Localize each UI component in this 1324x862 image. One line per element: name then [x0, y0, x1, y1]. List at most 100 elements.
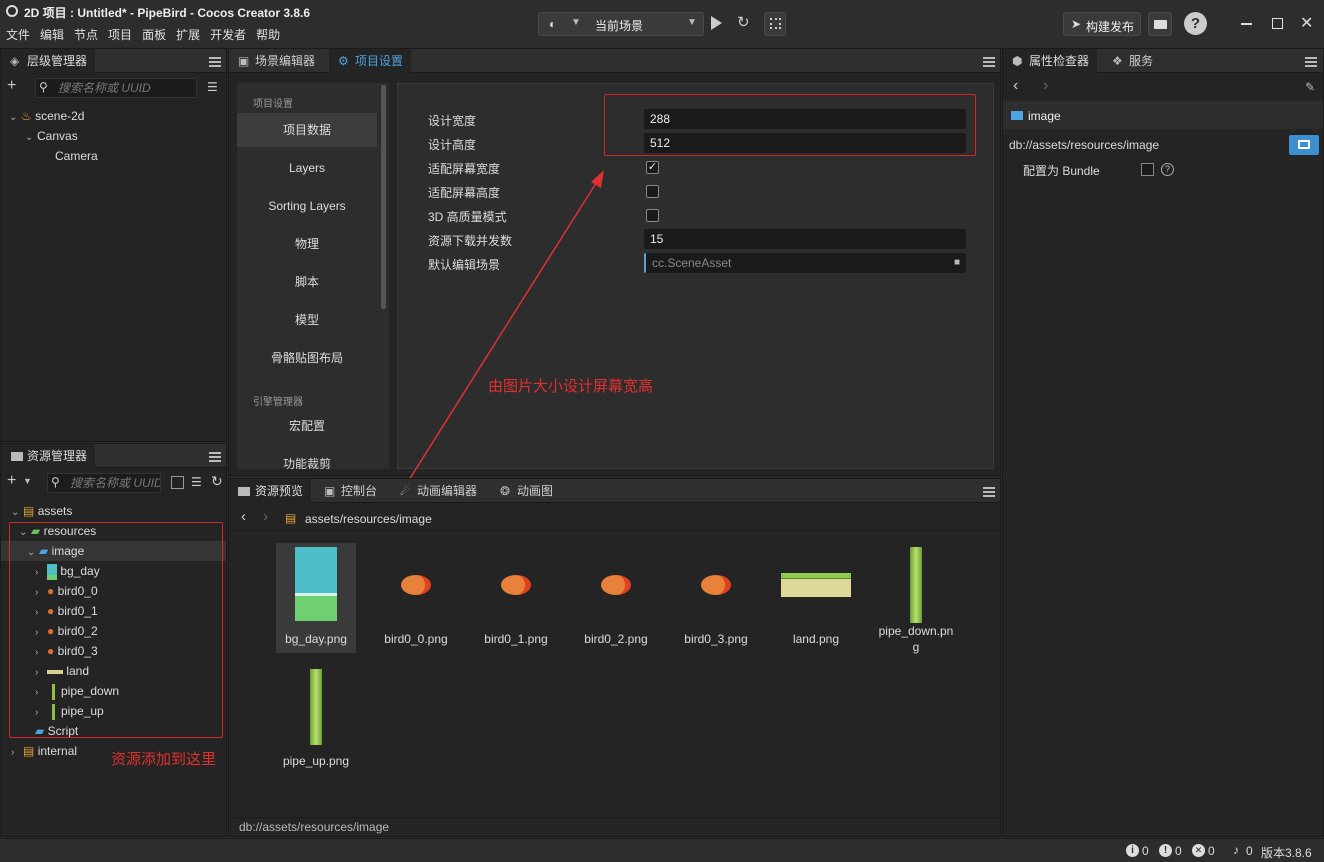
assets-search-input[interactable]: 搜索名称或 UUID [47, 473, 161, 493]
tab-asset-preview[interactable]: 资源预览 [229, 479, 312, 503]
menu-node[interactable]: 节点 [74, 28, 98, 42]
chevron-left-icon[interactable]: ‹ [241, 508, 246, 525]
breadcrumb: assets/resources/image [305, 512, 432, 526]
sidebar-item-project-data[interactable]: 项目数据 [237, 113, 377, 147]
sidebar-item-script[interactable]: 脚本 [237, 265, 377, 299]
tab-services[interactable]: ❖ 服务 [1103, 49, 1161, 73]
tree-item-assets[interactable]: ⌄ ▤ assets [11, 501, 72, 521]
warning-icon[interactable]: ! [1159, 844, 1172, 857]
asset-bird0-1[interactable]: bird0_1.png [476, 543, 556, 653]
menu-developer[interactable]: 开发者 [210, 28, 246, 42]
add-node-icon[interactable]: + [7, 77, 16, 95]
breadcrumb-assets[interactable]: assets [305, 512, 340, 526]
close-icon[interactable]: ✕ [1300, 13, 1313, 33]
sidebar-item-macro[interactable]: 宏配置 [237, 409, 377, 443]
tab-console[interactable]: ▣ 控制台 [315, 479, 385, 503]
asset-bird0-2[interactable]: bird0_2.png [576, 543, 656, 653]
error-icon[interactable]: ✕ [1192, 844, 1205, 857]
tab-hierarchy[interactable]: ◈ 层级管理器 [1, 49, 96, 73]
open-folder-button[interactable] [1148, 12, 1172, 36]
asset-bird0-0[interactable]: bird0_0.png [376, 543, 456, 653]
chevron-left-icon[interactable]: ‹ [1013, 77, 1018, 95]
chevron-right-icon[interactable]: › [1043, 77, 1048, 95]
tree-item-internal[interactable]: › ▤ internal [11, 741, 77, 761]
bell-icon[interactable]: ♪ [1233, 843, 1239, 857]
tree-node-camera[interactable]: Camera [55, 146, 98, 166]
refresh-icon[interactable]: ↻ [211, 473, 223, 490]
add-asset-icon[interactable]: + [7, 472, 16, 490]
breadcrumb-image[interactable]: image [399, 512, 432, 526]
panel-menu-icon[interactable] [209, 57, 221, 67]
open-in-explorer-button[interactable] [1289, 135, 1319, 155]
bundle-checkbox[interactable] [1141, 163, 1154, 176]
tab-scene-editor[interactable]: ▣ 场景编辑器 [229, 49, 323, 73]
maximize-icon[interactable] [1272, 18, 1283, 29]
chevron-down-icon[interactable]: ▼ [23, 476, 32, 486]
sidebar-item-sorting-layers[interactable]: Sorting Layers [237, 189, 377, 223]
refresh-icon[interactable]: ↻ [737, 13, 750, 31]
error-count: 0 [1208, 844, 1215, 858]
tab-project-settings[interactable]: ⚙ 项目设置 [329, 49, 412, 73]
asset-path: db://assets/resources/image [1009, 138, 1160, 152]
tree-node-scene[interactable]: ⌄ ♨ scene-2d [9, 106, 84, 126]
asset-name: image [1028, 109, 1061, 123]
sidebar-scrollbar[interactable] [381, 85, 386, 309]
tab-assets[interactable]: 资源管理器 [1, 444, 96, 468]
play-icon[interactable] [711, 16, 722, 30]
panel-menu-icon[interactable] [983, 487, 995, 497]
menu-extension[interactable]: 扩展 [176, 28, 200, 42]
sidebar-item-physics[interactable]: 物理 [237, 227, 377, 261]
panel-menu-icon[interactable] [209, 452, 221, 462]
default-scene-field[interactable]: cc.SceneAsset ■ [644, 253, 966, 273]
sidebar-item-skeleton-atlas[interactable]: 骨骼贴图布局 [237, 341, 377, 375]
tab-animation-editor[interactable]: ☄ 动画编辑器 [391, 479, 485, 503]
tab-inspector[interactable]: ⬢ 属性检查器 [1003, 49, 1098, 73]
menu-project[interactable]: 项目 [108, 28, 132, 42]
menu-panel[interactable]: 面板 [142, 28, 166, 42]
asset-pipe-up[interactable]: pipe_up.png [276, 665, 356, 775]
fit-width-checkbox[interactable]: ✓ [646, 161, 659, 174]
panel-menu-icon[interactable] [983, 57, 995, 67]
assets-tabbar: 资源管理器 [1, 444, 226, 468]
sort-list-icon[interactable]: ☰ [191, 475, 202, 489]
menu-file[interactable]: 文件 [6, 28, 30, 42]
tab-animation-graph[interactable]: ❂ 动画图 [491, 479, 561, 503]
help-icon[interactable]: ? [1161, 163, 1174, 176]
asset-pipe-down[interactable]: pipe_down.png [876, 543, 956, 654]
menu-help[interactable]: 帮助 [256, 28, 280, 42]
asset-bird0-3[interactable]: bird0_3.png [676, 543, 756, 653]
pipe-thumbnail [310, 669, 322, 745]
select-checkbox[interactable] [171, 476, 184, 489]
sidebar-item-layers[interactable]: Layers [237, 151, 377, 185]
annotation-text-assets: 资源添加到这里 [111, 751, 217, 768]
bird-thumbnail [401, 575, 431, 595]
pin-icon[interactable]: ✎ [1305, 80, 1315, 94]
fit-height-checkbox[interactable] [646, 185, 659, 198]
scene-select[interactable]: ◐ ▼ 当前场景 ▼ [538, 12, 704, 36]
panel-menu-icon[interactable] [1305, 57, 1317, 67]
menu-edit[interactable]: 编辑 [40, 28, 64, 42]
bundle-label: 配置为 Bundle [1023, 164, 1100, 178]
tree-node-canvas[interactable]: ⌄ Canvas [25, 126, 78, 146]
breadcrumb-resources[interactable]: resources [343, 512, 396, 526]
hq-mode-checkbox[interactable] [646, 209, 659, 222]
tab-label: 属性检查器 [1029, 54, 1090, 68]
label-design-width: 设计宽度 [428, 114, 477, 128]
filter-list-icon[interactable]: ☰ [207, 80, 218, 94]
asset-land[interactable]: land.png [776, 543, 856, 653]
hierarchy-search-input[interactable]: 搜索名称或 UUID [35, 78, 197, 98]
sidebar-item-model[interactable]: 模型 [237, 303, 377, 337]
help-icon[interactable]: ? [1184, 12, 1207, 35]
info-icon[interactable]: i [1126, 844, 1139, 857]
minimize-icon[interactable] [1241, 23, 1252, 25]
asset-bg-day[interactable]: bg_day.png [276, 543, 356, 653]
chevron-right-icon[interactable]: › [263, 508, 268, 525]
search-icon: ⚲ [51, 475, 60, 489]
sidebar-item-feature-crop[interactable]: 功能裁剪 [237, 447, 377, 469]
build-publish-button[interactable]: ➤ 构建发布 [1063, 12, 1141, 36]
download-concurrency-input[interactable]: 15 [644, 229, 966, 249]
center-top-panel: ▣ 场景编辑器 ⚙ 项目设置 项目设置 项目数据 Layers Sorting La… [228, 48, 1001, 476]
node-label: Camera [55, 149, 98, 163]
label-fit-height: 适配屏幕高度 [428, 186, 501, 200]
qr-preview-button[interactable] [764, 12, 786, 36]
